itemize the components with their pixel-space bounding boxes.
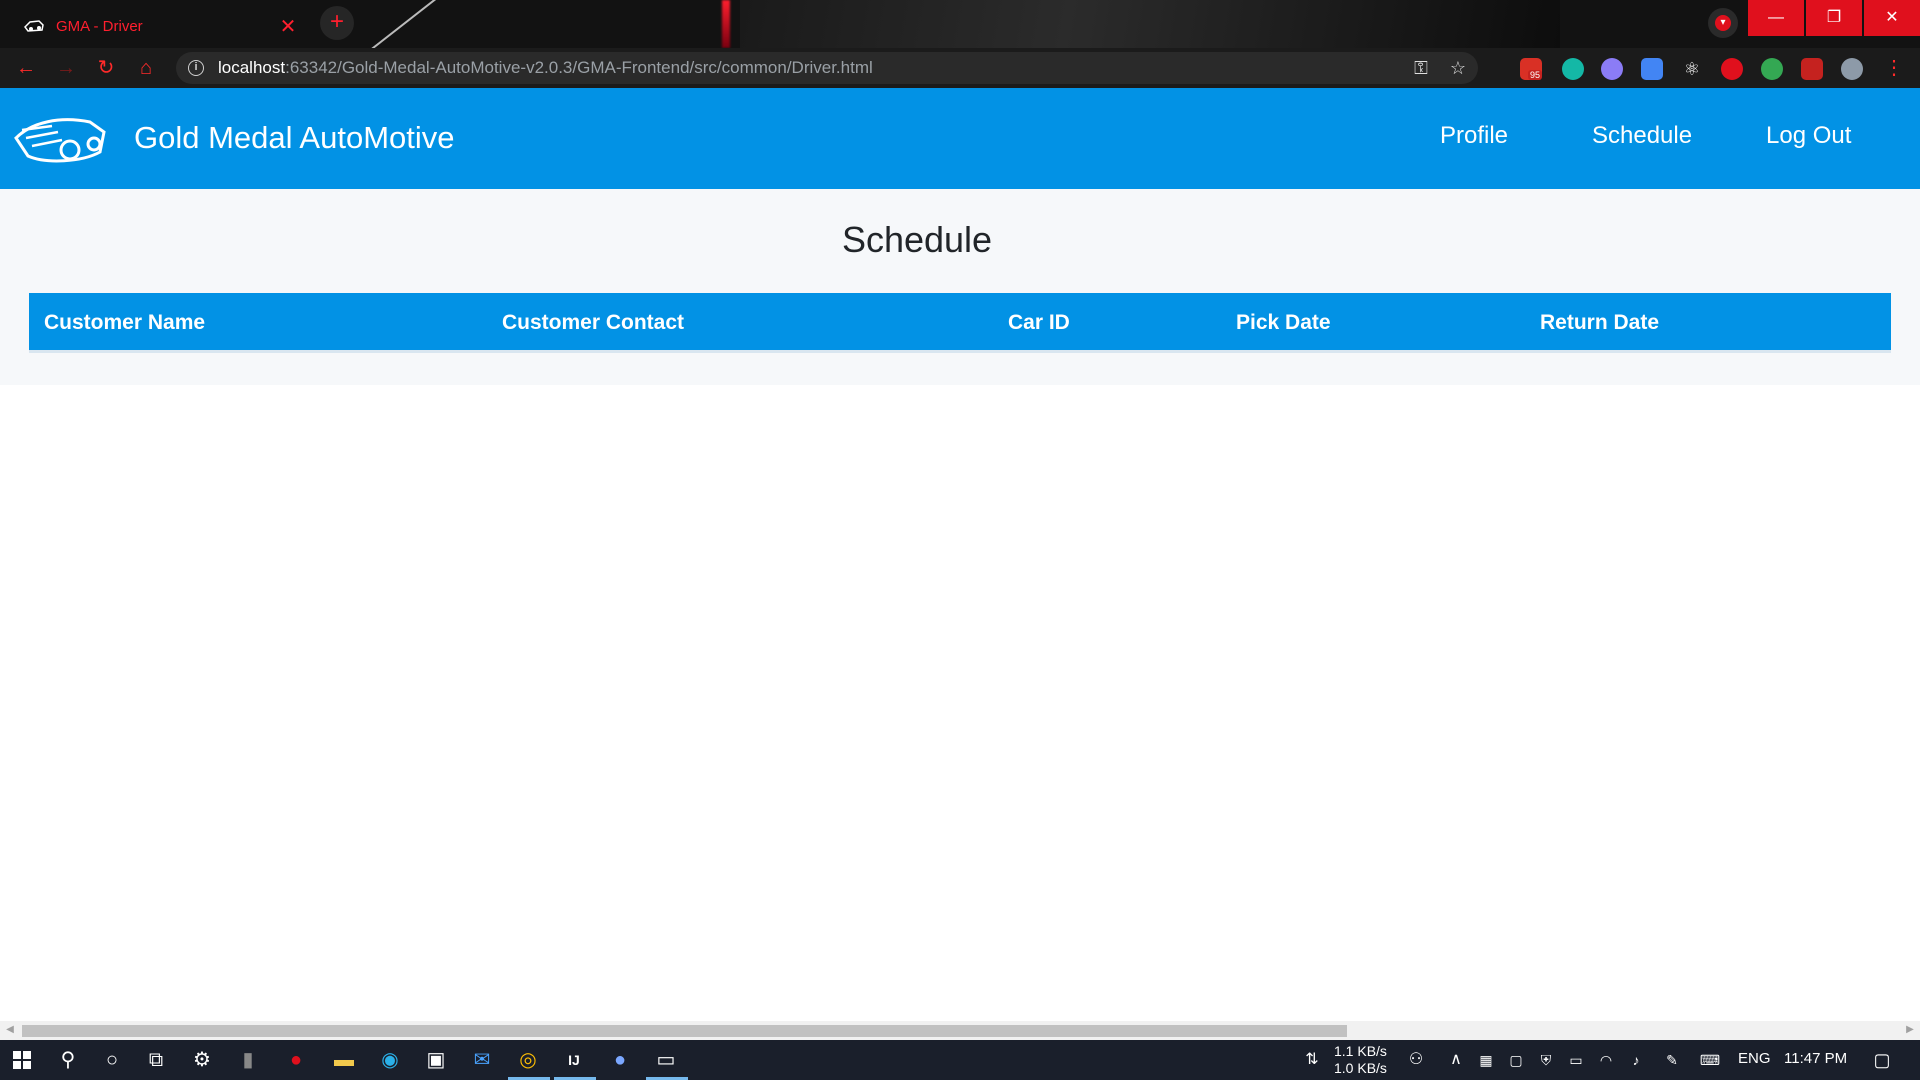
scrollbar-thumb[interactable] xyxy=(22,1025,1347,1037)
page-title: Schedule xyxy=(841,219,993,260)
back-arrow-icon[interactable]: ← xyxy=(12,54,40,82)
puzzle-extensions-icon[interactable] xyxy=(1801,58,1823,80)
column-return-date: Return Date xyxy=(1540,311,1660,334)
mouse-app-icon[interactable]: ▮ xyxy=(232,1046,264,1074)
car-logo-icon[interactable] xyxy=(12,108,108,168)
translate-extension-icon[interactable] xyxy=(1641,58,1663,80)
tray-expand-icon[interactable]: ∧ xyxy=(1440,1046,1472,1074)
column-pick-date: Pick Date xyxy=(1236,311,1331,334)
column-car-id: Car ID xyxy=(1008,311,1070,334)
extension-drop-icon[interactable] xyxy=(1601,58,1623,80)
network-speed-arrows-icon: ⇅ xyxy=(1305,1051,1319,1068)
extension-m-icon[interactable] xyxy=(1562,58,1584,80)
window-minimize-button[interactable]: — xyxy=(1748,0,1804,36)
volume-icon[interactable]: ♪ xyxy=(1620,1046,1652,1074)
security-shield-icon[interactable]: ⛨ xyxy=(1530,1046,1562,1074)
brand-name[interactable]: Gold Medal AutoMotive xyxy=(134,120,455,156)
title-bar-decoration xyxy=(368,0,442,48)
nav-link-profile[interactable]: Profile xyxy=(1440,122,1508,150)
windows-taskbar: ⚲ ○ ⧉ ⚙ ▮ ● ▬ ◉ ▣ ✉ ◎ IJ ● ▭ ⇅ 1.1 KB/s … xyxy=(0,1040,1920,1080)
car-logo-icon xyxy=(24,20,44,32)
new-tab-button[interactable]: + xyxy=(320,6,354,40)
notification-center-icon[interactable]: ▢ xyxy=(1866,1046,1898,1074)
nav-link-schedule[interactable]: Schedule xyxy=(1592,122,1692,150)
more-menu-icon[interactable]: ⋮ xyxy=(1880,54,1908,82)
tab-title: GMA - Driver xyxy=(56,17,143,35)
web-page: Gold Medal AutoMotive Profile Schedule L… xyxy=(0,88,1920,1020)
profile-avatar[interactable] xyxy=(1841,58,1863,80)
forward-arrow-icon[interactable]: → xyxy=(52,54,80,82)
bookmark-star-icon[interactable]: ☆ xyxy=(1450,58,1466,79)
site-info-icon[interactable]: i xyxy=(188,60,204,76)
clock[interactable]: 11:47 PM xyxy=(1784,1050,1847,1067)
home-icon[interactable]: ⌂ xyxy=(132,54,160,82)
site-navbar: Gold Medal AutoMotive Profile Schedule L… xyxy=(0,88,1920,189)
wifi-icon[interactable]: ◠ xyxy=(1590,1046,1622,1074)
chrome-icon[interactable]: ◎ xyxy=(512,1046,544,1074)
scroll-left-icon[interactable]: ◀ xyxy=(4,1024,16,1035)
browser-tab-bar: GMA - Driver ✕ + ▾ — ❐ ✕ xyxy=(0,0,1920,48)
red-app-icon[interactable]: ● xyxy=(280,1046,312,1074)
address-bar[interactable]: i localhost :63342/Gold-Medal-AutoMotive… xyxy=(176,52,1478,84)
chevron-down-icon: ▾ xyxy=(1715,15,1731,31)
window-restore-button[interactable]: ❐ xyxy=(1806,0,1862,36)
url-path: :63342/Gold-Medal-AutoMotive-v2.0.3/GMA-… xyxy=(285,58,873,77)
column-customer-name: Customer Name xyxy=(44,311,206,334)
download-speed: 1.1 KB/s xyxy=(1334,1043,1387,1059)
browser-toolbar: ← → ↻ ⌂ i localhost :63342/Gold-Medal-Au… xyxy=(0,48,1920,88)
battery-icon[interactable]: ▭ xyxy=(1560,1046,1592,1074)
url-host: localhost xyxy=(218,58,286,77)
keyboard-icon[interactable]: ⌨ xyxy=(1694,1046,1726,1074)
intellij-icon[interactable]: IJ xyxy=(558,1046,590,1074)
task-view-icon[interactable]: ⧉ xyxy=(140,1046,172,1074)
color-extension-icon[interactable] xyxy=(1761,58,1783,80)
search-icon[interactable]: ⚲ xyxy=(52,1046,84,1074)
pen-icon[interactable]: ✎ xyxy=(1656,1046,1688,1074)
schedule-table-header: Customer Name Customer Contact Car ID Pi… xyxy=(29,293,1891,353)
tray-app-icon[interactable]: ▦ xyxy=(1470,1046,1502,1074)
column-customer-contact: Customer Contact xyxy=(502,311,685,334)
title-bar-decoration xyxy=(722,0,730,48)
terminal-icon[interactable]: ▭ xyxy=(650,1046,682,1074)
upload-speed: 1.0 KB/s xyxy=(1334,1060,1387,1076)
app-drop-icon[interactable]: ● xyxy=(604,1046,636,1074)
browser-tab[interactable]: GMA - Driver ✕ xyxy=(10,4,312,48)
reload-icon[interactable]: ↻ xyxy=(92,54,120,82)
network-speed: 1.1 KB/s 1.0 KB/s xyxy=(1334,1043,1387,1077)
gmail-extension-icon[interactable]: 95 xyxy=(1520,58,1543,80)
schedule-section: Schedule Customer Name Customer Contact … xyxy=(0,189,1920,385)
language-indicator[interactable]: ENG xyxy=(1738,1050,1771,1067)
tab-close-icon[interactable]: ✕ xyxy=(278,14,298,39)
title-bar-background xyxy=(740,0,1560,48)
horizontal-scrollbar[interactable]: ◀ ▶ xyxy=(0,1021,1920,1040)
mail-icon[interactable]: ✉ xyxy=(466,1046,498,1074)
edge-browser-icon[interactable]: ◉ xyxy=(374,1046,406,1074)
store-icon[interactable]: ▣ xyxy=(420,1046,452,1074)
camera-icon[interactable]: ▢ xyxy=(1500,1046,1532,1074)
cortana-icon[interactable]: ○ xyxy=(96,1046,128,1074)
windows-start-icon[interactable] xyxy=(6,1046,38,1074)
nav-link-logout[interactable]: Log Out xyxy=(1766,122,1851,150)
file-explorer-icon[interactable]: ▬ xyxy=(328,1046,360,1074)
window-close-button[interactable]: ✕ xyxy=(1864,0,1920,36)
settings-gear-icon[interactable]: ⚙ xyxy=(186,1046,218,1074)
mail-count-badge: 95 xyxy=(1528,70,1543,80)
hand-extension-icon[interactable] xyxy=(1721,58,1743,80)
media-control-button[interactable]: ▾ xyxy=(1708,8,1738,38)
key-icon[interactable]: ⚿ xyxy=(1414,58,1428,79)
people-icon[interactable]: ⚇ xyxy=(1400,1046,1432,1074)
react-devtools-icon[interactable]: ⚛ xyxy=(1681,58,1703,80)
scroll-right-icon[interactable]: ▶ xyxy=(1904,1024,1916,1035)
